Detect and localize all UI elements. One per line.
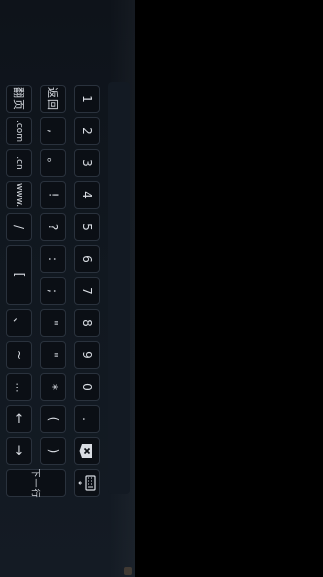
key-www[interactable]: www. [6,181,32,209]
hide-keyboard-key[interactable] [74,469,100,497]
key-asterisk[interactable]: * [40,373,66,401]
key-tilde[interactable]: ~ [6,341,32,369]
key-colon[interactable]: : [40,245,66,273]
key-5[interactable]: 5 [74,213,100,241]
key-dotcom[interactable]: .com [6,117,32,145]
key-period-cn[interactable]: 。 [40,149,66,177]
corner-watermark [124,567,132,575]
next-line-key[interactable]: 下一行 [6,468,66,498]
key-ellipsis[interactable]: … [6,373,32,401]
key-close-quote[interactable]: " [40,341,66,369]
key-8[interactable]: 8 [74,309,100,337]
key-dotcn[interactable]: .cn [6,149,32,177]
rotated-symbol-keyboard: 1 2 3 4 5 6 7 8 9 0 . 返回 , 。 ! ? : ; " "… [0,0,135,577]
key-open-quote[interactable]: " [40,309,66,337]
key-0[interactable]: 0 [74,373,100,401]
key-2[interactable]: 2 [74,117,100,145]
key-arrow-down[interactable]: ↓ [6,437,32,465]
key-6[interactable]: 6 [74,245,100,273]
key-close-paren[interactable]: ) [40,437,66,465]
key-9[interactable]: 9 [74,341,100,369]
delete-key[interactable] [74,437,100,465]
key-open-paren[interactable]: ( [40,405,66,433]
page-flip-key[interactable]: 翻页 [6,85,32,113]
keyboard-icon [77,473,97,493]
key-enumeration-comma[interactable]: 、 [6,309,32,337]
key-slash[interactable]: / [6,213,32,241]
key-dot[interactable]: . [74,405,100,433]
key-3[interactable]: 3 [74,149,100,177]
key-comma[interactable]: , [40,117,66,145]
backspace-icon [79,443,95,459]
key-exclamation[interactable]: ! [40,181,66,209]
key-arrow-up[interactable]: ↑ [6,405,32,433]
key-question[interactable]: ? [40,213,66,241]
key-7[interactable]: 7 [74,277,100,305]
key-space[interactable]: [ [6,245,32,305]
key-4[interactable]: 4 [74,181,100,209]
back-key[interactable]: 返回 [40,85,66,113]
key-semicolon[interactable]: ; [40,277,66,305]
key-1[interactable]: 1 [74,85,100,113]
